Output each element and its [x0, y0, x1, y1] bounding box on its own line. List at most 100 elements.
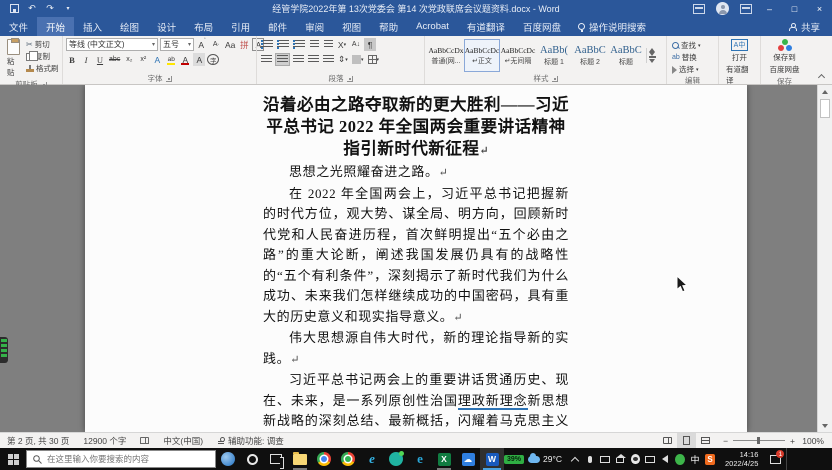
tab-home[interactable]: 开始 [37, 17, 74, 36]
justify-button[interactable] [307, 53, 320, 66]
account-avatar[interactable] [716, 2, 729, 15]
document-page[interactable]: 沿着必由之路夺取新的更大胜利——习近平总书记 2022 年全国两会重要讲话精神指… [85, 85, 747, 432]
style-title[interactable]: AaBbC 标题 [608, 39, 644, 72]
style-heading1[interactable]: AaBb( 标题 1 [536, 39, 572, 72]
chrome-alt-icon[interactable] [336, 448, 360, 470]
italic-button[interactable]: I [80, 53, 92, 66]
netdisk-app-icon[interactable]: ☁ [456, 448, 480, 470]
read-mode-button[interactable] [658, 433, 677, 448]
style-normal-web[interactable]: AaBbCcDx 普通(网... [428, 39, 464, 72]
taskbar-clock[interactable]: 14:16 2022/4/25 [719, 450, 764, 468]
select-button[interactable]: 选择▾ [670, 64, 703, 75]
file-explorer-icon[interactable] [288, 448, 312, 470]
qat-customize-icon[interactable]: ▾ [62, 3, 74, 15]
multilevel-list-button[interactable] [292, 38, 306, 51]
vertical-scrollbar[interactable] [817, 85, 832, 432]
edge-icon[interactable]: e [408, 448, 432, 470]
action-center-button[interactable]: 1 [764, 448, 786, 470]
youdao-translate-button[interactable]: A中 打开 有道翻译 [722, 38, 757, 87]
proofing-status[interactable] [133, 433, 156, 448]
recorder-widget[interactable] [0, 337, 8, 363]
tab-references[interactable]: 引用 [222, 17, 259, 36]
tab-draw[interactable]: 绘图 [111, 17, 148, 36]
tell-me-search[interactable]: 操作说明搜索 [570, 17, 654, 36]
save-to-baidu-button[interactable]: 保存到 百度网盘 [766, 38, 804, 76]
style-heading2[interactable]: AaBbC 标题 2 [572, 39, 608, 72]
weather-widget[interactable]: 29°C [524, 454, 566, 464]
style-body-text[interactable]: AaBbCcDc ↵正文 [464, 39, 500, 72]
superscript-button[interactable]: x² [137, 53, 149, 66]
distribute-button[interactable] [322, 53, 335, 66]
find-button[interactable]: 查找▾ [670, 40, 703, 51]
sort-button[interactable]: A↓ [350, 38, 362, 51]
replace-button[interactable]: ab替换 [670, 52, 703, 63]
font-size-select[interactable]: 五号▾ [160, 38, 194, 51]
zoom-out-button[interactable]: − [723, 436, 728, 446]
web-layout-button[interactable] [696, 433, 715, 448]
font-color-button[interactable]: A [179, 53, 191, 66]
zoom-slider-thumb[interactable] [757, 437, 760, 444]
bullets-button[interactable] [260, 38, 274, 51]
character-shading-button[interactable]: A [193, 53, 205, 66]
style-no-spacing[interactable]: AaBbCcDc ↵无间隔 [500, 39, 536, 72]
font-family-select[interactable]: 等线 (中文正文)▾ [66, 38, 158, 51]
bold-button[interactable]: B [66, 53, 78, 66]
home-icon[interactable] [615, 454, 625, 464]
ribbon-display-icon[interactable] [740, 4, 752, 14]
close-button[interactable]: × [807, 0, 832, 17]
shrink-font-button[interactable]: Aˇ [210, 38, 222, 51]
monitor-icon[interactable] [645, 454, 655, 464]
qq-icon[interactable] [630, 454, 640, 464]
minimize-button[interactable]: – [757, 0, 782, 17]
ime-indicator[interactable]: 中 [690, 454, 700, 464]
taskbar-search[interactable] [26, 450, 216, 468]
text-effects-button[interactable]: A [151, 53, 163, 66]
excel-icon[interactable]: X [432, 448, 456, 470]
page-indicator[interactable]: 第 2 页, 共 30 页 [0, 433, 76, 448]
collapse-ribbon-button[interactable] [817, 72, 826, 81]
tab-youdao[interactable]: 有道翻译 [458, 17, 514, 36]
styles-more-button[interactable] [647, 56, 657, 63]
search-input[interactable] [47, 454, 207, 464]
tray-expand-icon[interactable] [570, 454, 580, 464]
grow-font-button[interactable]: Aˆ [196, 38, 208, 51]
ie-icon[interactable]: e [360, 448, 384, 470]
paste-button[interactable]: 粘贴 [3, 38, 24, 79]
redo-icon[interactable]: ↷ [44, 3, 56, 15]
tab-mailings[interactable]: 邮件 [259, 17, 296, 36]
task-view-icon[interactable] [264, 448, 288, 470]
wechat-icon[interactable] [384, 448, 408, 470]
align-left-button[interactable] [260, 53, 273, 66]
cortana-icon[interactable] [216, 448, 240, 470]
display-icon[interactable] [600, 454, 610, 464]
scrollbar-thumb[interactable] [820, 99, 830, 118]
battery-widget[interactable]: 39% [504, 455, 524, 464]
styles-dialog-launcher[interactable] [552, 76, 558, 82]
align-center-button[interactable] [275, 53, 290, 66]
align-right-button[interactable] [292, 53, 305, 66]
microphone-icon[interactable] [585, 454, 595, 464]
tab-file[interactable]: 文件 [0, 17, 37, 36]
scroll-up-button[interactable] [818, 85, 832, 98]
line-spacing-button[interactable]: ⇕▾ [337, 53, 349, 66]
shading-button[interactable]: ▾ [351, 53, 365, 66]
asian-layout-button[interactable]: X▾ [336, 38, 348, 51]
zoom-percentage[interactable]: 100% [800, 436, 824, 446]
tab-layout[interactable]: 布局 [185, 17, 222, 36]
copy-button[interactable]: 复制 [24, 51, 61, 62]
highlight-button[interactable]: ab [165, 53, 177, 66]
zoom-slider[interactable] [733, 440, 785, 441]
save-icon[interactable] [8, 3, 20, 15]
tab-insert[interactable]: 插入 [74, 17, 111, 36]
show-desktop-button[interactable] [786, 448, 791, 470]
ribbon-options-icon[interactable] [693, 4, 705, 14]
format-painter-button[interactable]: 格式刷 [24, 63, 61, 74]
scroll-down-button[interactable] [818, 419, 832, 432]
undo-icon[interactable]: ↶ [26, 3, 38, 15]
change-case-button[interactable]: Aa [224, 38, 236, 51]
cut-button[interactable]: ✂剪切 [24, 39, 61, 50]
numbering-button[interactable] [276, 38, 290, 51]
strikethrough-button[interactable]: abc [108, 53, 121, 66]
decrease-indent-button[interactable] [308, 38, 320, 51]
underline-button[interactable]: U [94, 53, 106, 66]
